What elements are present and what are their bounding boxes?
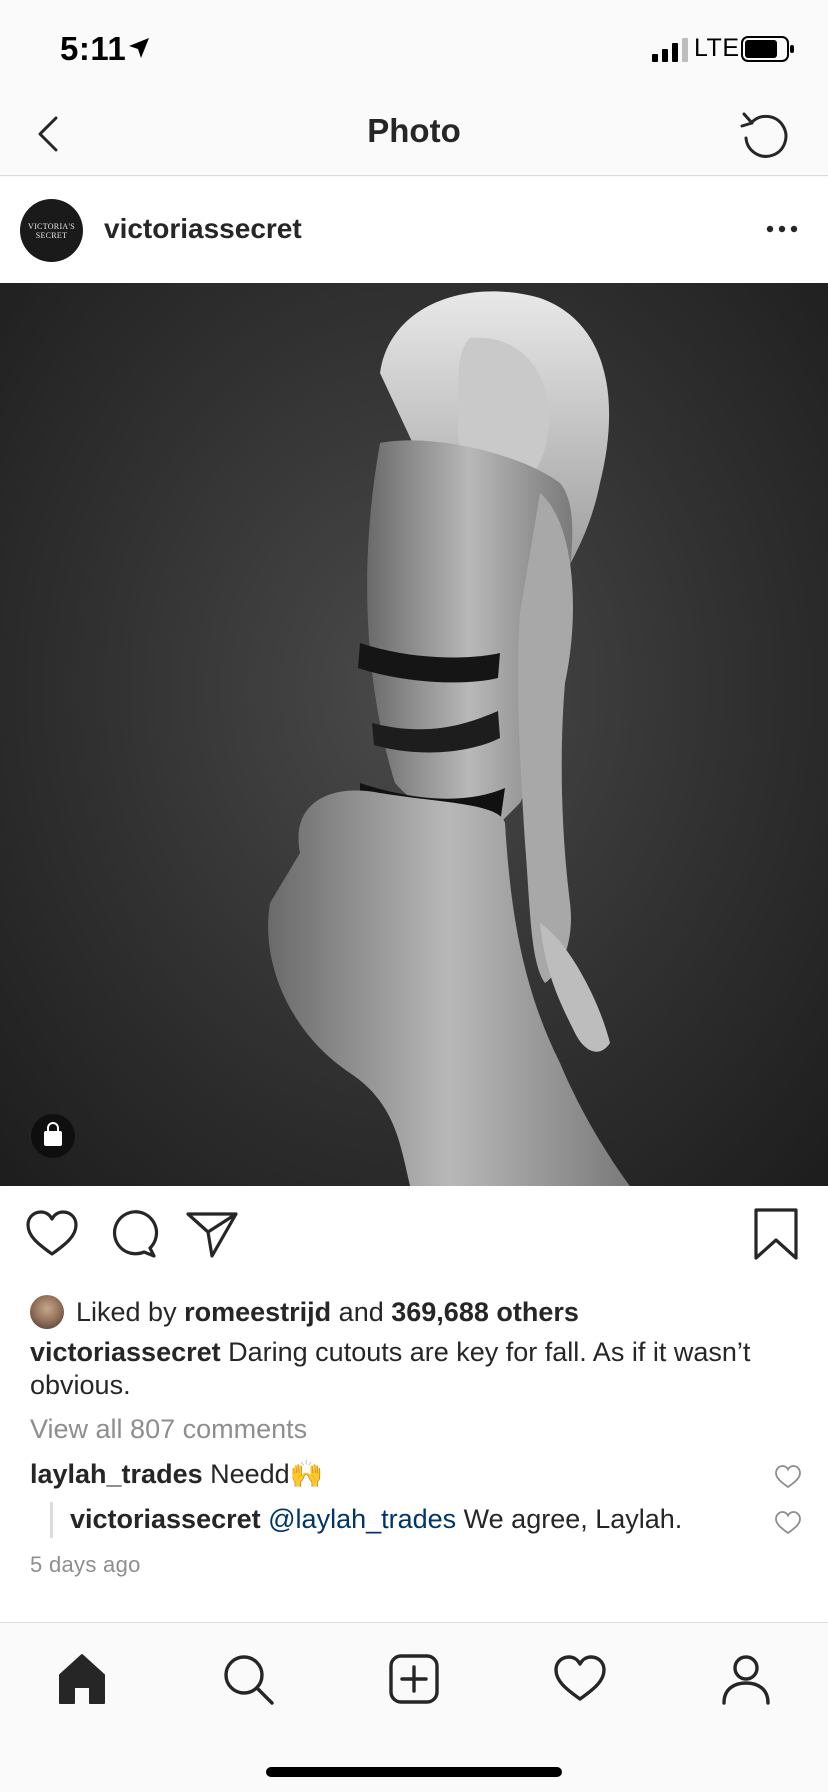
comment-heart-icon[interactable] [774, 1510, 802, 1536]
location-arrow-icon [129, 38, 149, 58]
post-timestamp: 5 days ago [30, 1552, 141, 1577]
avatar-logo-line2: SECRET [35, 230, 68, 240]
new-post-icon[interactable] [386, 1651, 442, 1707]
search-icon[interactable] [220, 1651, 276, 1707]
avatar[interactable]: VICTORIA'S SECRET [20, 199, 83, 262]
reply-indicator [50, 1502, 53, 1538]
likes-connector: and [338, 1296, 384, 1327]
comment: laylah_trades Needd🙌 [30, 1458, 323, 1490]
shopping-bag-icon[interactable] [30, 1113, 76, 1159]
status-time: 5:11 [60, 30, 127, 67]
post-header: VICTORIA'S SECRET victoriassecret [0, 177, 828, 283]
caption-username[interactable]: victoriassecret [30, 1337, 221, 1367]
likes-prefix: Liked by [76, 1296, 177, 1327]
activity-heart-icon[interactable] [552, 1651, 608, 1707]
view-all-comments-link[interactable]: View all 807 comments [30, 1414, 307, 1445]
comment-text: We agree, Laylah. [463, 1504, 683, 1534]
comment-heart-icon[interactable] [774, 1464, 802, 1490]
likes-count[interactable]: 369,688 others [391, 1297, 579, 1327]
signal-bars-icon [652, 38, 688, 62]
comment-text: Needd🙌 [210, 1459, 324, 1489]
refresh-icon[interactable] [738, 106, 792, 162]
heart-icon[interactable] [24, 1206, 80, 1262]
status-bar: 5:11 LTE [0, 0, 828, 96]
bottom-tab-bar [0, 1622, 828, 1792]
home-indicator [266, 1767, 562, 1777]
likes-text: Liked by romeestrijd and 369,688 others [76, 1297, 579, 1328]
likes-row[interactable]: Liked by romeestrijd and 369,688 others [30, 1290, 579, 1334]
comment-username[interactable]: laylah_trades [30, 1459, 203, 1489]
post-photo[interactable] [0, 283, 828, 1186]
profile-icon[interactable] [718, 1651, 774, 1707]
nav-header: Photo [0, 96, 828, 176]
bookmark-icon[interactable] [748, 1206, 804, 1262]
post-body: Liked by romeestrijd and 369,688 others … [0, 1290, 828, 1624]
comment-mention[interactable]: @laylah_trades [268, 1504, 456, 1534]
photo-figure [268, 291, 630, 1186]
avatar-logo-line1: VICTORIA'S [28, 221, 75, 231]
post-actions [0, 1186, 828, 1290]
home-icon[interactable] [54, 1651, 110, 1707]
share-icon[interactable] [184, 1206, 240, 1262]
post-caption: victoriassecret Daring cutouts are key f… [30, 1336, 790, 1402]
post-username[interactable]: victoriassecret [104, 213, 302, 245]
battery-icon [741, 36, 794, 62]
network-label: LTE [694, 34, 740, 62]
comment-icon[interactable] [104, 1206, 160, 1262]
more-horizontal-icon[interactable] [762, 211, 806, 247]
page-title: Photo [367, 112, 461, 149]
liker-avatar [30, 1295, 64, 1329]
likes-user[interactable]: romeestrijd [184, 1297, 331, 1327]
comment-reply: victoriassecret @laylah_trades We agree,… [70, 1504, 682, 1535]
comment-username[interactable]: victoriassecret [70, 1504, 261, 1534]
